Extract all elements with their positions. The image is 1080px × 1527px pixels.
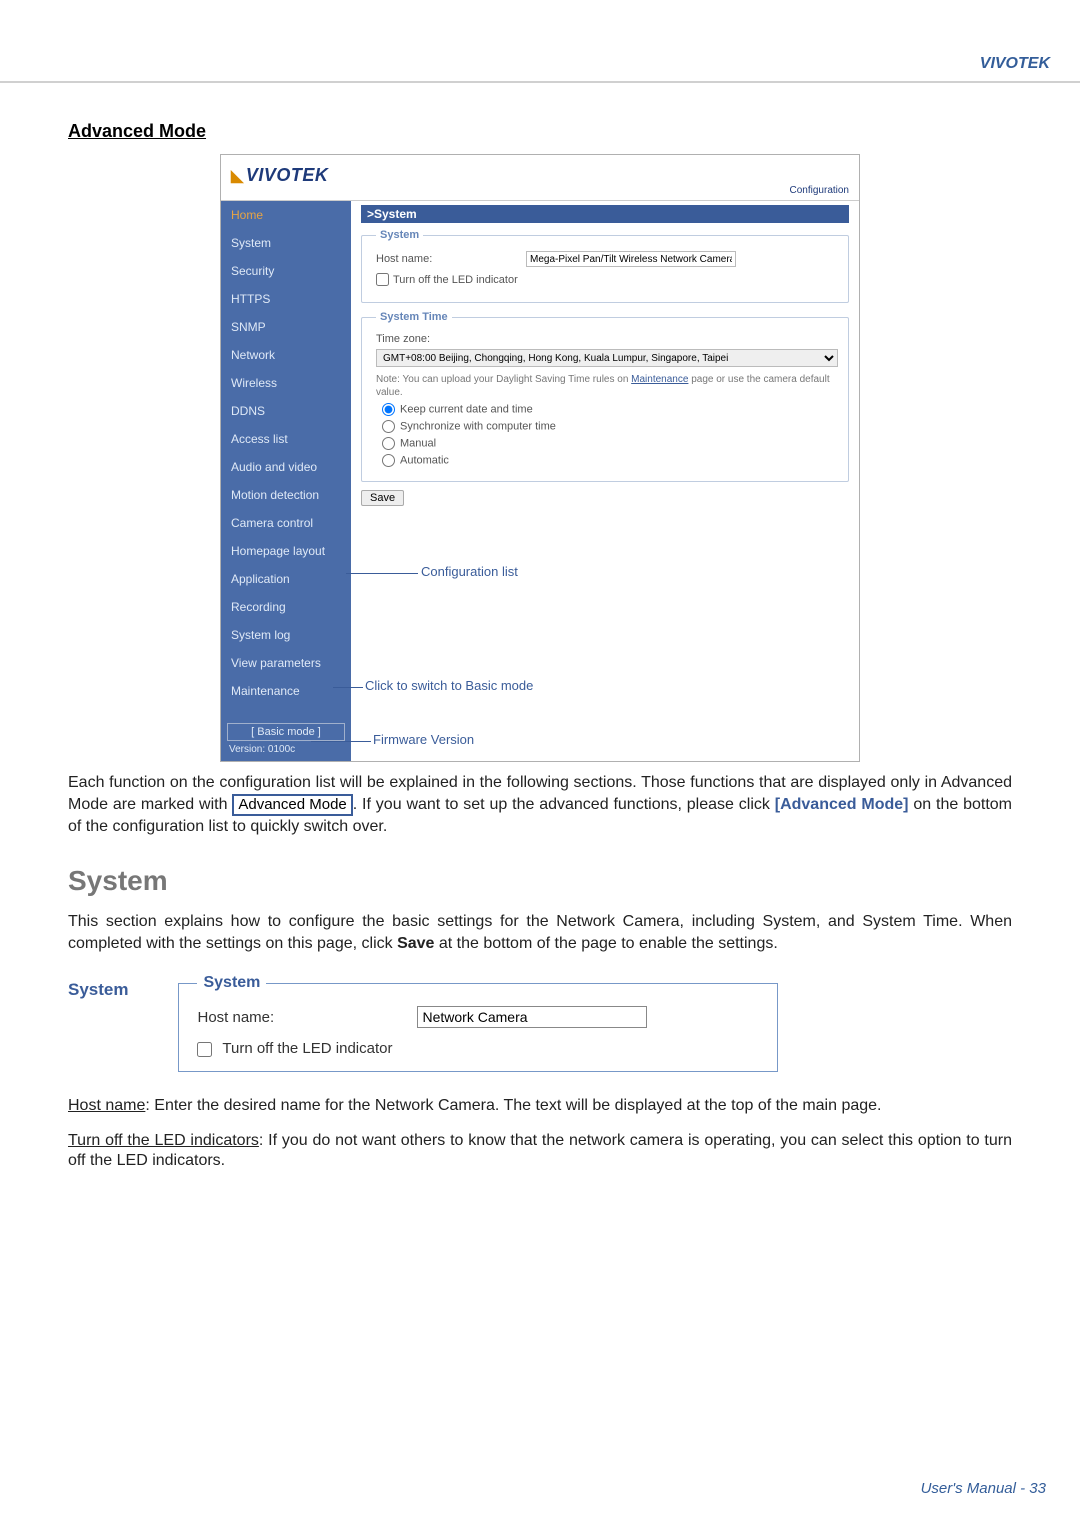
callout-basic-mode: Click to switch to Basic mode	[365, 678, 533, 693]
brand-header: VIVOTEK	[980, 55, 1050, 73]
sidebar-item-wireless[interactable]: Wireless	[221, 369, 351, 397]
link-configuration[interactable]: Configuration	[790, 185, 849, 196]
system-time-legend: System Time	[376, 311, 452, 323]
system-form-legend: System	[197, 974, 266, 992]
basic-mode-button[interactable]: [ Basic mode ]	[227, 723, 345, 741]
hostname-label: Host name:	[376, 253, 526, 265]
radio-sync-label: Synchronize with computer time	[400, 420, 556, 432]
led-description: Turn off the LED indicators: If you do n…	[68, 1131, 1012, 1172]
firmware-version-text: Version: 0100c	[229, 744, 295, 755]
sidebar-item-homepagelayout[interactable]: Homepage layout	[221, 537, 351, 565]
screenshot-logo: VIVOTEK	[231, 165, 328, 186]
save-button[interactable]: Save	[361, 490, 404, 506]
sidebar-item-maintenance[interactable]: Maintenance	[221, 677, 351, 705]
system-time-fieldset: System Time Time zone: GMT+08:00 Beijing…	[361, 311, 849, 482]
sidebar-item-snmp[interactable]: SNMP	[221, 313, 351, 341]
sidebar-item-application[interactable]: Application	[221, 565, 351, 593]
sidebar-item-audiovideo[interactable]: Audio and video	[221, 453, 351, 481]
radio-keep-label: Keep current date and time	[400, 403, 533, 415]
system-fieldset: System Host name: Turn off the LED indic…	[361, 229, 849, 303]
radio-sync[interactable]	[382, 420, 395, 433]
sidebar-item-network[interactable]: Network	[221, 341, 351, 369]
heading-system: System	[68, 865, 1012, 897]
radio-manual-label: Manual	[400, 437, 436, 449]
sidebar-item-viewparams[interactable]: View parameters	[221, 649, 351, 677]
page-footer: User's Manual - 33	[921, 1480, 1046, 1497]
maintenance-link[interactable]: Maintenance	[631, 374, 688, 385]
heading-advanced-mode: Advanced Mode	[68, 121, 1012, 142]
timezone-select[interactable]: GMT+08:00 Beijing, Chongqing, Hong Kong,…	[376, 349, 838, 367]
system-form-fieldset: System Host name: Turn off the LED indic…	[178, 974, 778, 1072]
sidebar-item-systemlog[interactable]: System log	[221, 621, 351, 649]
hostname2-label: Host name:	[197, 1009, 417, 1026]
radio-keep[interactable]	[382, 403, 395, 416]
led-label: Turn off the LED indicator	[393, 274, 518, 286]
advanced-mode-badge: Advanced Mode	[232, 794, 352, 816]
dst-note: Note: You can upload your Daylight Savin…	[376, 373, 838, 399]
radio-manual[interactable]	[382, 437, 395, 450]
sidebar-item-https[interactable]: HTTPS	[221, 285, 351, 313]
sidebar-item-cameracontrol[interactable]: Camera control	[221, 509, 351, 537]
led2-checkbox[interactable]	[197, 1042, 212, 1057]
sidebar-item-recording[interactable]: Recording	[221, 593, 351, 621]
advanced-mode-link-text: [Advanced Mode]	[775, 796, 909, 813]
sidebar-nav: Home System Security HTTPS SNMP Network …	[221, 201, 351, 761]
led2-label: Turn off the LED indicator	[222, 1040, 392, 1057]
timezone-label: Time zone:	[376, 333, 838, 345]
paragraph-system-intro: This section explains how to configure t…	[68, 911, 1012, 954]
hostname-input[interactable]	[526, 251, 736, 267]
system-legend: System	[376, 229, 423, 241]
led-checkbox[interactable]	[376, 273, 389, 286]
sidebar-item-security[interactable]: Security	[221, 257, 351, 285]
radio-auto[interactable]	[382, 454, 395, 467]
hostname2-input[interactable]	[417, 1006, 647, 1028]
radio-auto-label: Automatic	[400, 454, 449, 466]
sidebar-item-home[interactable]: Home	[221, 201, 351, 229]
breadcrumb: >System	[361, 205, 849, 223]
sidebar-item-accesslist[interactable]: Access list	[221, 425, 351, 453]
callout-firmware: Firmware Version	[373, 732, 474, 747]
subheading-system: System	[68, 980, 128, 1072]
sidebar-item-ddns[interactable]: DDNS	[221, 397, 351, 425]
hostname-description: Host name: Enter the desired name for th…	[68, 1096, 1012, 1116]
paragraph-intro: Each function on the configuration list …	[68, 772, 1012, 837]
callout-config-list: Configuration list	[421, 564, 518, 579]
screenshot-config-page: VIVOTEK Configuration Home System Securi…	[220, 154, 860, 762]
sidebar-item-motion[interactable]: Motion detection	[221, 481, 351, 509]
sidebar-item-system[interactable]: System	[221, 229, 351, 257]
